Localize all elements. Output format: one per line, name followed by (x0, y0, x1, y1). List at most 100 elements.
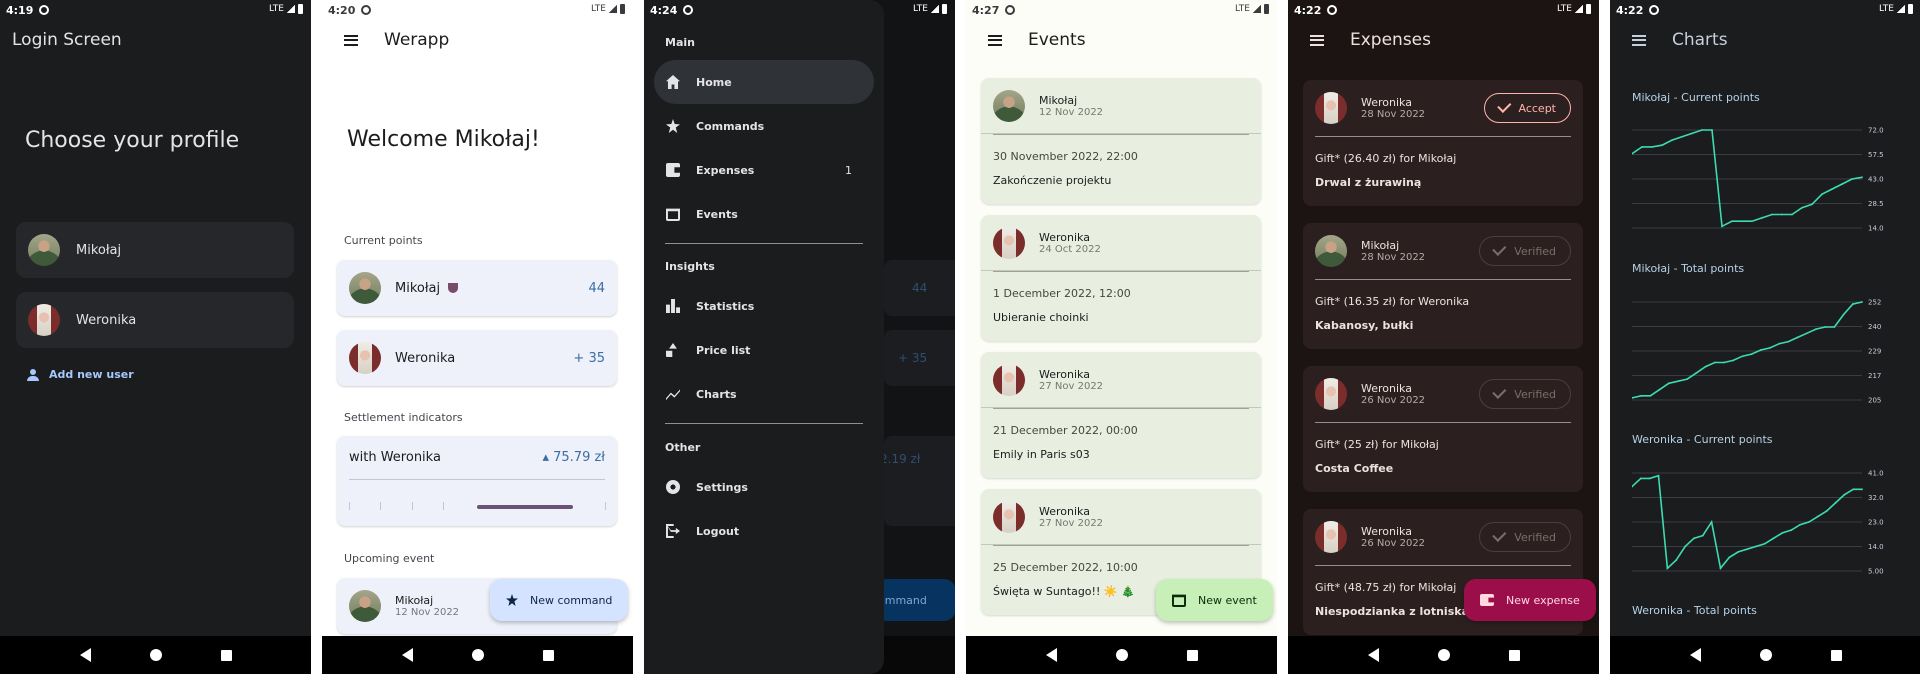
new-command-button[interactable]: New command (490, 579, 629, 621)
check-icon (1492, 384, 1507, 399)
avatar (993, 226, 1025, 259)
event-date: 12 Nov 2022 (395, 607, 460, 618)
logout-icon (666, 524, 680, 538)
drawer-item-label: Statistics (696, 299, 755, 313)
app-bar: Expenses (1288, 20, 1599, 60)
data-point (1861, 488, 1863, 491)
profile-card-weronika[interactable]: Weronika (16, 292, 294, 348)
navigation-drawer-screen: 4:24 LTE 44 + 35 2.19 zł ommand Main Hom… (644, 0, 955, 674)
data-point (1675, 559, 1678, 562)
data-point (1691, 132, 1693, 135)
drawer-item-settings[interactable]: Settings (654, 465, 874, 509)
status-bar: 4:20 LTE (322, 0, 633, 20)
system-nav-bar (1610, 636, 1920, 674)
drawer-item-expenses[interactable]: Expenses 1 (654, 148, 874, 192)
menu-icon[interactable] (988, 34, 1002, 46)
back-icon[interactable] (401, 648, 413, 662)
expense-date: 28 Nov 2022 (1361, 252, 1426, 263)
network-label: LTE (1557, 4, 1572, 14)
data-point (1640, 394, 1643, 397)
home-icon[interactable] (1115, 649, 1128, 661)
points-name: Weronika (395, 350, 456, 366)
event-card[interactable]: Weronika 24 Oct 2022 1 December 2022, 12:… (981, 215, 1261, 341)
back-icon[interactable] (1045, 648, 1057, 662)
app-bar: Charts (1610, 20, 1920, 60)
back-icon[interactable] (1689, 648, 1701, 662)
avatar (993, 363, 1025, 396)
expenses-screen: 4:22 LTE Expenses Weronika 28 Nov 2022 Ac… (1288, 0, 1599, 674)
event-card[interactable]: Weronika 27 Nov 2022 21 December 2022, 00… (981, 352, 1261, 478)
bar-chart-icon (666, 299, 680, 313)
home-icon[interactable] (1759, 649, 1772, 661)
drawer-item-logout[interactable]: Logout (654, 509, 874, 553)
menu-icon[interactable] (344, 34, 358, 46)
data-point (1666, 567, 1669, 570)
new-expense-button[interactable]: New expense (1464, 579, 1596, 621)
avatar (993, 89, 1025, 122)
notification-icon (361, 5, 372, 15)
recents-icon[interactable] (220, 649, 232, 661)
drawer-item-events[interactable]: Events (654, 192, 874, 236)
data-point (1723, 361, 1725, 364)
data-point (1790, 529, 1793, 532)
accept-button[interactable]: Accept (1483, 93, 1571, 123)
settlement-card[interactable]: with Weronika ▴ 75.79 zł (337, 436, 617, 526)
drawer-section-other: Other (665, 441, 701, 454)
recents-icon[interactable] (1508, 649, 1520, 661)
back-icon[interactable] (79, 648, 91, 662)
settlement-amount: ▴ 75.79 zł (542, 450, 605, 465)
data-point (1811, 203, 1813, 206)
home-icon[interactable] (471, 649, 484, 661)
y-tick-label: 5.00 (1868, 568, 1884, 576)
verified-button: Verified (1479, 236, 1571, 266)
drawer-item-price-list[interactable]: Price list (654, 328, 874, 372)
avatar (349, 590, 381, 622)
expense-note: Niespodzianka z lotniska (1315, 605, 1469, 618)
recents-icon[interactable] (1186, 649, 1198, 661)
recents-icon[interactable] (542, 649, 554, 661)
home-icon[interactable] (149, 649, 162, 661)
data-point (1713, 361, 1716, 364)
data-point (1834, 502, 1837, 504)
expense-card[interactable]: Weronika 26 Nov 2022 Verified Gift* (25 z… (1303, 366, 1583, 492)
points-name: Mikołaj (395, 280, 441, 296)
profile-card-mikolaj[interactable]: Mikołaj (16, 222, 294, 278)
battery-icon (1908, 4, 1913, 14)
add-user-button[interactable]: Add new user (25, 368, 134, 381)
drawer-item-home[interactable]: Home (654, 60, 874, 104)
menu-icon[interactable] (1632, 34, 1646, 46)
data-point (1851, 303, 1854, 305)
drawer-item-commands[interactable]: Commands (654, 104, 874, 148)
new-event-button[interactable]: New event (1156, 579, 1273, 621)
system-nav-bar (966, 636, 1277, 674)
points-card-weronika[interactable]: Weronika + 35 (337, 330, 617, 386)
menu-icon[interactable] (1310, 34, 1324, 46)
dimmed-amount: 2.19 zł (880, 452, 921, 466)
back-icon[interactable] (1367, 648, 1379, 662)
y-tick-label: 14.0 (1868, 543, 1884, 551)
data-point (1732, 359, 1735, 362)
event-card[interactable]: Mikołaj 12 Nov 2022 30 November 2022, 22:… (981, 78, 1261, 204)
expense-card[interactable]: Mikołaj 28 Nov 2022 Verified Gift* (16.35… (1303, 223, 1583, 349)
page-heading: Choose your profile (25, 128, 240, 153)
event-datetime: 30 November 2022, 22:00 (993, 150, 1138, 163)
status-time: 4:19 (6, 3, 34, 17)
data-point (1821, 193, 1823, 196)
status-time: 4:22 (1616, 3, 1644, 17)
expense-date: 26 Nov 2022 (1361, 538, 1426, 549)
recents-icon[interactable] (1830, 649, 1842, 661)
drawer-item-statistics[interactable]: Statistics (654, 284, 874, 328)
data-point (1808, 521, 1810, 523)
verified-label: Verified (1514, 530, 1556, 544)
expense-card[interactable]: Weronika 28 Nov 2022 Accept Gift* (26.40 … (1303, 80, 1583, 206)
notification-icon (1327, 5, 1338, 15)
wallet-icon (1480, 594, 1494, 606)
app-title: Login Screen (12, 30, 122, 50)
home-icon[interactable] (1437, 649, 1450, 661)
points-card-mikolaj[interactable]: Mikołaj 44 (337, 260, 617, 316)
data-point (1763, 542, 1766, 545)
verified-button: Verified (1479, 522, 1571, 552)
accept-label: Accept (1518, 101, 1557, 115)
drawer-item-charts[interactable]: Charts (654, 372, 874, 416)
data-point (1710, 521, 1713, 523)
